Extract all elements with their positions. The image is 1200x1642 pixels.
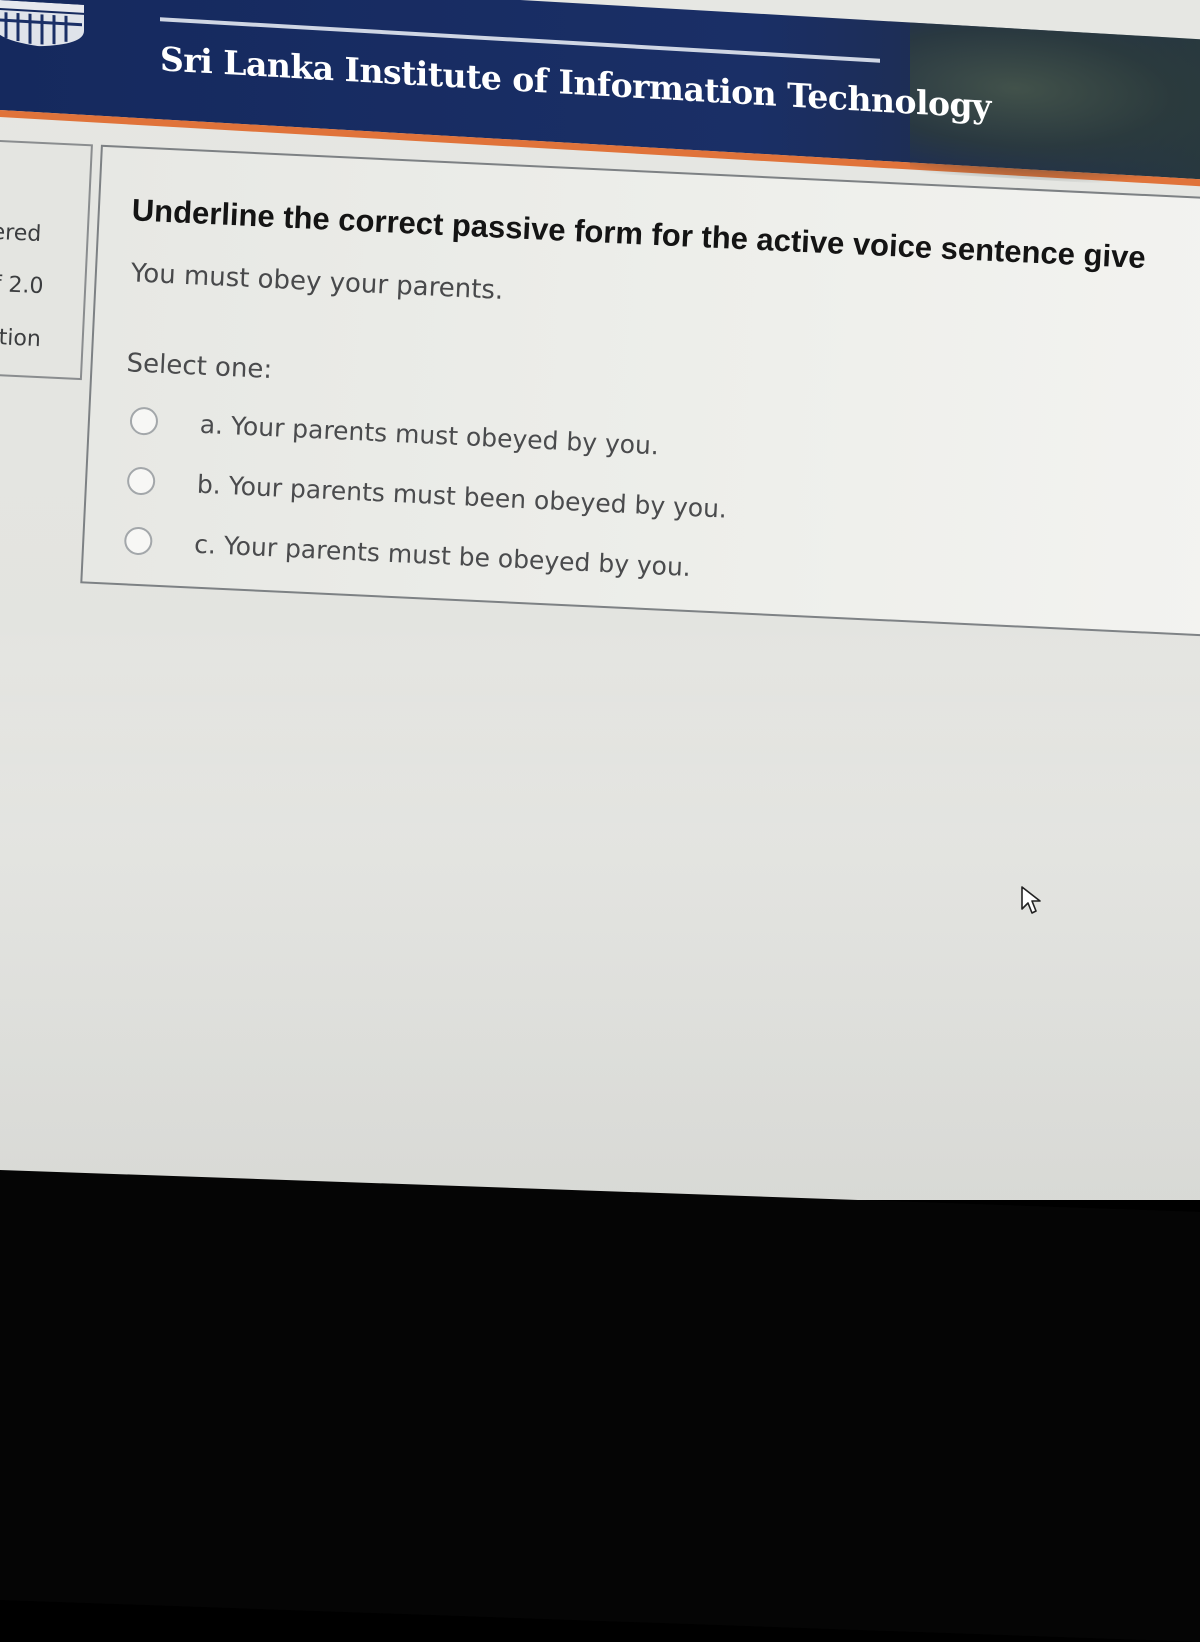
laptop-screen: Sri Lanka Institute of Information Techn… — [0, 0, 1200, 1200]
question-prompt: Underline the correct passive form for t… — [131, 192, 1147, 276]
laptop-bezel — [0, 1170, 1200, 1642]
select-one-label: Select one: — [125, 348, 273, 386]
question-info-panel: vered of 2.0 estion — [0, 139, 93, 381]
answer-option-a[interactable]: a. Your parents must obeyed by you. — [129, 400, 660, 465]
answer-option-label[interactable]: c. Your parents must be obeyed by you. — [194, 529, 692, 581]
radio-button-c[interactable] — [123, 526, 153, 556]
radio-button-b[interactable] — [126, 466, 156, 496]
answer-option-label[interactable]: a. Your parents must obeyed by you. — [199, 409, 659, 460]
answer-option-c[interactable]: c. Your parents must be obeyed by you. — [123, 520, 691, 587]
answer-option-b[interactable]: b. Your parents must been obeyed by you. — [126, 460, 728, 528]
question-box: Underline the correct passive form for t… — [80, 144, 1200, 638]
mouse-pointer-icon — [1021, 886, 1041, 914]
answer-option-label[interactable]: b. Your parents must been obeyed by you. — [196, 469, 727, 523]
radio-button-a[interactable] — [129, 406, 159, 436]
flag-question-link[interactable]: estion — [0, 324, 41, 352]
marks-text: of 2.0 — [0, 271, 44, 300]
active-voice-sentence: You must obey your parents. — [130, 258, 504, 306]
status-text: vered — [0, 219, 42, 248]
